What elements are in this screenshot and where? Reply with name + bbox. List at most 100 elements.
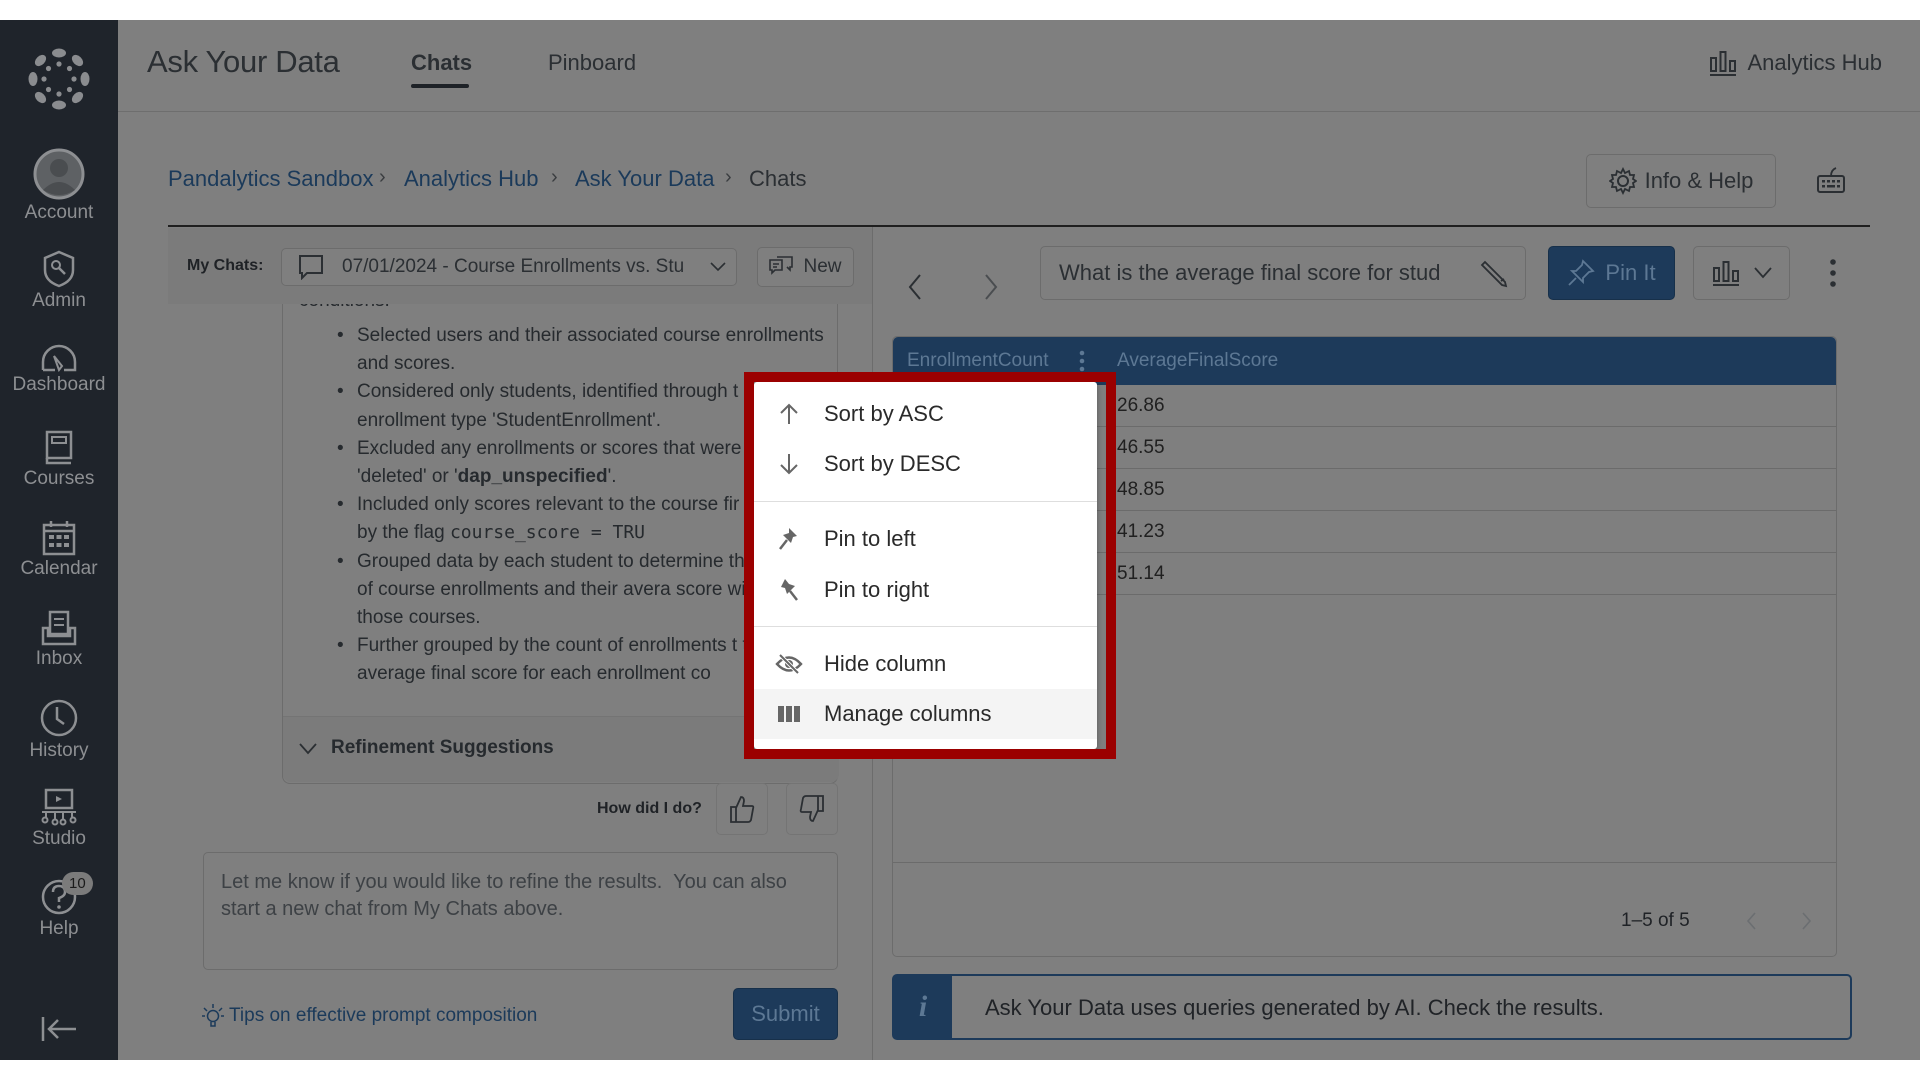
- info-help-label: Info & Help: [1644, 168, 1754, 193]
- next-query-button[interactable]: [983, 273, 999, 306]
- answer-bullet: Selected users and their associated cour…: [337, 322, 827, 378]
- chevron-down-icon: [710, 262, 726, 272]
- app-screen: Account Admin Dashboard Courses Calendar…: [0, 20, 1920, 1060]
- column-header-enrollmentcount[interactable]: EnrollmentCount: [907, 350, 1049, 372]
- sidebar-item-admin[interactable]: Admin: [0, 250, 118, 312]
- cell-averagefinalscore: 26.86: [1117, 395, 1165, 416]
- refinement-suggestions-label: Refinement Suggestions: [331, 737, 554, 758]
- dashboard-icon: [41, 344, 77, 372]
- sidebar-item-label: Inbox: [35, 648, 83, 669]
- thumbs-down-button[interactable]: [786, 783, 838, 835]
- new-chat-icon: [769, 256, 794, 275]
- thumbs-up-icon: [730, 796, 755, 823]
- history-icon: [40, 699, 78, 737]
- visualization-type-dropdown[interactable]: [1693, 246, 1790, 300]
- new-chat-label: New: [803, 256, 842, 277]
- sidebar-item-label: Dashboard: [12, 374, 106, 395]
- sidebar-item-inbox[interactable]: Inbox: [0, 610, 118, 670]
- breadcrumb-current-chats: Chats: [749, 166, 807, 191]
- bar-chart-icon: [1712, 261, 1739, 286]
- next-page-button[interactable]: [1801, 911, 1813, 931]
- help-notification-badge: 10: [62, 872, 93, 895]
- previous-query-button[interactable]: [907, 273, 923, 306]
- breadcrumb-separator: ›: [725, 166, 732, 188]
- sidebar-item-dashboard[interactable]: Dashboard: [0, 342, 118, 396]
- cell-averagefinalscore: 48.85: [1117, 479, 1165, 500]
- question-text: What is the average final score for stud: [1059, 260, 1441, 285]
- sidebar-item-help[interactable]: Help 10: [0, 872, 118, 940]
- inbox-icon: [41, 610, 77, 646]
- cell-averagefinalscore: 41.23: [1117, 521, 1165, 542]
- submit-button[interactable]: Submit: [733, 988, 838, 1040]
- tips-link[interactable]: Tips on effective prompt composition: [201, 1002, 537, 1030]
- account-icon: [33, 148, 85, 200]
- pushpin-icon: [1568, 259, 1596, 286]
- calendar-icon: [42, 521, 76, 556]
- pagination-range: 1–5 of 5: [1621, 910, 1690, 931]
- breadcrumb-analytics-hub[interactable]: Analytics Hub: [404, 166, 539, 192]
- info-help-button[interactable]: Info & Help: [1586, 154, 1776, 208]
- sidebar-item-courses[interactable]: Courses: [0, 430, 118, 490]
- more-options-kebab-icon[interactable]: [1827, 257, 1839, 289]
- lightbulb-icon: [202, 1004, 224, 1027]
- column-header-averagefinalscore[interactable]: AverageFinalScore: [1117, 350, 1278, 372]
- studio-icon: [41, 788, 77, 826]
- breadcrumb-separator: ›: [551, 166, 558, 188]
- sidebar-item-label: Account: [24, 202, 94, 223]
- new-chat-button[interactable]: New: [757, 247, 854, 287]
- collapse-arrow-icon[interactable]: [40, 1015, 78, 1048]
- analytics-hub-link[interactable]: Analytics Hub: [1709, 50, 1882, 76]
- chat-select-dropdown[interactable]: 07/01/2024 - Course Enrollments vs. Stu: [281, 248, 737, 286]
- thumbs-up-button[interactable]: [716, 783, 768, 835]
- admin-shield-icon: [43, 250, 75, 288]
- column-menu-kebab-icon[interactable]: [1078, 349, 1086, 373]
- canvas-logo-icon[interactable]: [28, 48, 90, 115]
- question-title-field[interactable]: What is the average final score for stud: [1040, 246, 1526, 300]
- cell-averagefinalscore: 46.55: [1117, 437, 1165, 458]
- chevron-left-icon: [908, 274, 921, 300]
- pin-it-label: Pin It: [1605, 260, 1656, 285]
- tips-link-label: Tips on effective prompt composition: [229, 1005, 538, 1026]
- active-tab-indicator: [411, 84, 469, 88]
- prompt-input[interactable]: [203, 852, 838, 970]
- callout-highlight-box: [744, 372, 1116, 759]
- sidebar-item-studio[interactable]: Studio: [0, 788, 118, 850]
- pin-it-button[interactable]: Pin It: [1548, 246, 1675, 300]
- banner-text: Ask Your Data uses queries generated by …: [985, 995, 1604, 1020]
- table-footer-divider: [893, 862, 1836, 863]
- app-header: Ask Your Data Chats Pinboard Analytics H…: [118, 20, 1920, 112]
- feedback-label: How did I do?: [597, 800, 702, 817]
- sidebar-item-label: Studio: [32, 828, 86, 849]
- sidebar-item-history[interactable]: History: [0, 698, 118, 762]
- courses-icon: [45, 430, 73, 465]
- bold-term: dap_unspecified: [457, 466, 608, 488]
- sidebar-item-label: History: [29, 740, 89, 761]
- chevron-down-icon: [1753, 267, 1772, 279]
- cell-averagefinalscore: 51.14: [1117, 563, 1165, 584]
- text: '.: [607, 466, 617, 488]
- info-icon: i: [894, 976, 952, 1038]
- sidebar-item-calendar[interactable]: Calendar: [0, 520, 118, 580]
- sidebar-item-label: Admin: [32, 290, 86, 311]
- previous-page-button[interactable]: [1745, 911, 1757, 931]
- chat-bubble-icon: [299, 255, 323, 280]
- tab-chats[interactable]: Chats: [411, 50, 472, 76]
- ai-disclaimer-banner: i Ask Your Data uses queries generated b…: [892, 974, 1852, 1040]
- pencil-edit-icon[interactable]: [1479, 258, 1509, 288]
- chevron-down-icon: [299, 743, 317, 755]
- tab-pinboard[interactable]: Pinboard: [548, 50, 636, 76]
- code-snippet: course_score = TRU: [449, 522, 646, 544]
- my-chats-bar: My Chats: 07/01/2024 - Course Enrollment…: [168, 228, 872, 304]
- sidebar-item-account[interactable]: Account: [0, 148, 118, 224]
- breadcrumb-ask-your-data[interactable]: Ask Your Data: [575, 166, 714, 192]
- sidebar-item-label: Help: [39, 918, 79, 939]
- content-divider: [168, 225, 1870, 227]
- keyboard-shortcuts-icon[interactable]: [1816, 166, 1846, 201]
- thumbs-down-icon: [799, 795, 824, 822]
- sidebar-item-label: Calendar: [20, 558, 98, 579]
- page-title: Ask Your Data: [147, 44, 340, 79]
- breadcrumb-pandalytics-sandbox[interactable]: Pandalytics Sandbox: [168, 166, 373, 192]
- global-nav-sidebar: Account Admin Dashboard Courses Calendar…: [0, 20, 118, 1060]
- selected-chat-label: 07/01/2024 - Course Enrollments vs. Stu: [342, 256, 685, 277]
- gear-icon: [1608, 167, 1637, 195]
